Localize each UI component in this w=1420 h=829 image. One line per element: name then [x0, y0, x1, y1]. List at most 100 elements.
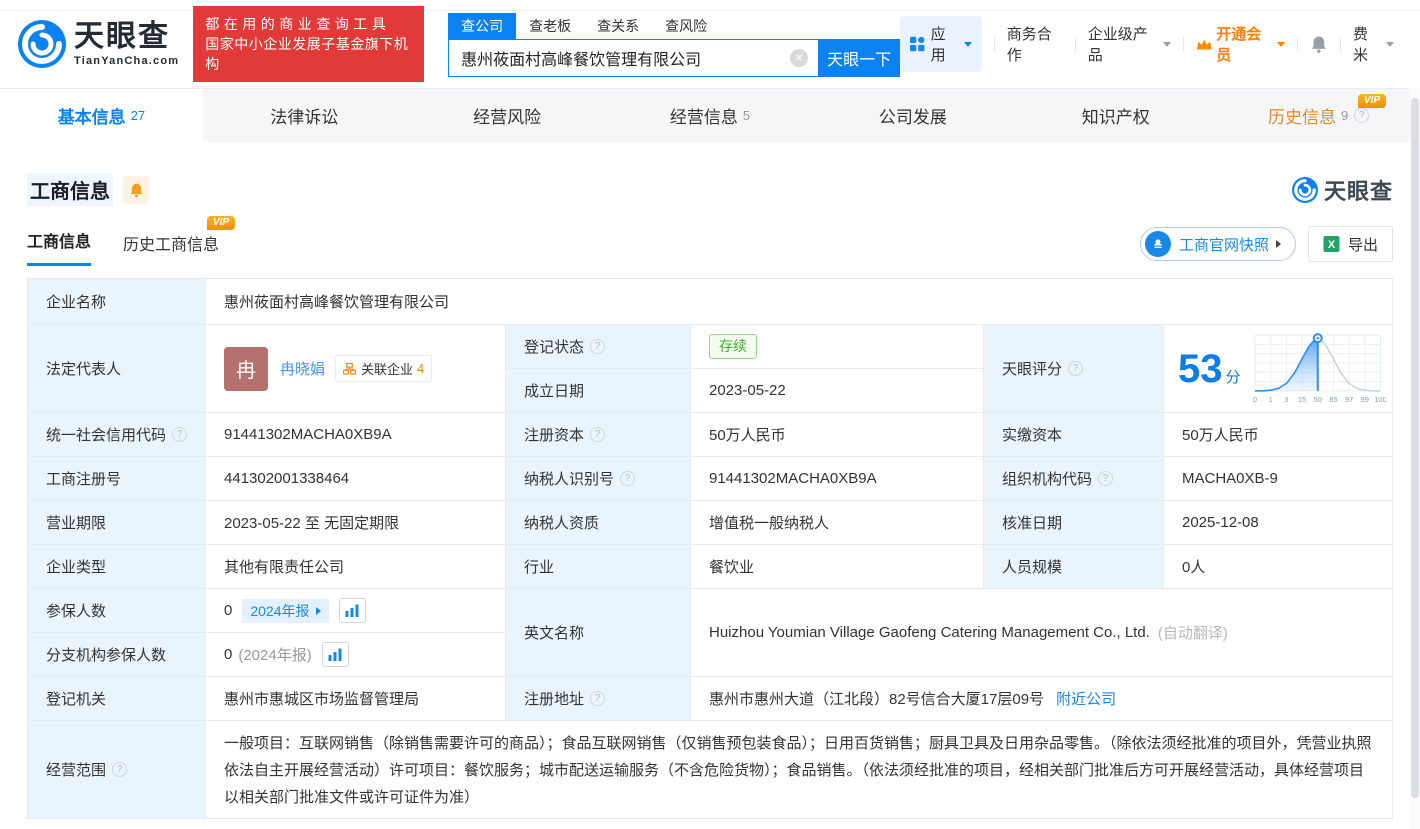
vip-upgrade-menu[interactable]: 开通会员 [1196, 23, 1286, 65]
crown-icon [1196, 39, 1212, 49]
help-icon[interactable]: ? [590, 427, 606, 442]
notification-bell-icon[interactable] [1310, 34, 1328, 54]
company-name-value: 惠州莜面村高峰餐饮管理有限公司 [206, 279, 1393, 325]
tab-operation-info[interactable]: 经营信息 5 [609, 89, 812, 142]
arrow-right-icon [315, 606, 321, 615]
menu-divider [1297, 36, 1299, 52]
vip-badge: VIP [1357, 94, 1387, 108]
related-companies-count: 4 [417, 361, 425, 376]
company-nav-tabs: 基本信息 27 法律诉讼 经营风险 经营信息 5 公司发展 知识产权 VIP 历… [0, 88, 1420, 142]
branch-insured-value: 0 (2024年报) [206, 633, 506, 677]
reg-number-label: 工商注册号 [28, 457, 206, 501]
search-tab-company[interactable]: 查公司 [448, 12, 517, 39]
search-block: 查公司 查老板 查关系 查风险 × 天眼一下 [448, 12, 901, 77]
score-label: 天眼评分 ? [984, 325, 1164, 413]
insured-count-label: 参保人数 [28, 589, 206, 633]
tab-count: 9 [1340, 108, 1349, 123]
english-name-text: Huizhou Youmian Village Gaofeng Catering… [709, 624, 1150, 641]
tab-history-info[interactable]: VIP 历史信息 9 ? [1217, 89, 1420, 142]
user-menu[interactable]: 费米 [1352, 23, 1395, 65]
help-icon[interactable]: ? [1098, 471, 1114, 486]
header-menu: 应用 商务合作 企业级产品 开通会员 费米 [900, 16, 1395, 72]
snapshot-label: 工商官网快照 [1178, 236, 1269, 254]
page-scrollbar[interactable] [1410, 88, 1420, 829]
search-submit-button[interactable]: 天眼一下 [818, 38, 901, 77]
export-label: 导出 [1347, 236, 1378, 254]
related-companies-badge[interactable]: 关联企业 4 [335, 355, 433, 382]
apps-menu[interactable]: 应用 [900, 16, 982, 72]
site-logo[interactable]: 天眼查 TianYanCha.com [18, 20, 179, 68]
help-icon[interactable]: ? [590, 339, 606, 354]
status-badge: 存续 [709, 334, 757, 359]
branch-trend-chart-button[interactable] [321, 642, 349, 667]
search-tab-relation[interactable]: 查关系 [584, 13, 652, 39]
insured-trend-chart-button[interactable] [338, 598, 366, 623]
tab-company-development[interactable]: 公司发展 [811, 89, 1014, 142]
subtab-business-info[interactable]: 工商信息 [27, 228, 92, 266]
business-coop-link[interactable]: 商务合作 [1007, 23, 1063, 65]
chevron-down-icon [1277, 41, 1286, 47]
promo-line-2: 国家中小企业发展子基金旗下机构 [205, 36, 409, 72]
score-curve-chart: 0 1 3 15 50 85 97 99 100 [1252, 332, 1386, 403]
enterprise-products-label: 企业级产品 [1087, 26, 1148, 64]
legal-rep-label: 法定代表人 [28, 325, 206, 413]
legal-rep-name-link[interactable]: 冉晓娟 [280, 358, 325, 379]
bar-chart-icon [328, 648, 342, 661]
svg-text:3: 3 [1284, 394, 1288, 403]
help-icon[interactable]: ? [590, 691, 606, 706]
search-tab-boss[interactable]: 查老板 [516, 13, 584, 39]
label-text: 组织机构代码 [1002, 471, 1093, 488]
nearby-companies-link[interactable]: 附近公司 [1056, 688, 1116, 709]
english-name-value: Huizhou Youmian Village Gaofeng Catering… [691, 589, 1393, 677]
insured-count-value: 0 2024年报 [206, 589, 506, 633]
bar-chart-icon [345, 604, 359, 617]
monitor-bell-button[interactable] [123, 175, 149, 204]
annual-report-pill[interactable]: 2024年报 [242, 598, 329, 623]
help-icon[interactable]: ? [620, 471, 636, 486]
search-input[interactable] [448, 38, 819, 77]
tab-legal-proceedings[interactable]: 法律诉讼 [203, 89, 406, 142]
reg-status-value: 存续 [691, 325, 984, 369]
svg-text:1: 1 [1268, 394, 1272, 403]
tab-label: 知识产权 [1081, 108, 1150, 127]
tab-intellectual-property[interactable]: 知识产权 [1014, 89, 1217, 142]
excel-icon: X [1323, 236, 1340, 252]
tianyancha-logo-icon [18, 20, 66, 68]
search-tab-risk[interactable]: 查风险 [652, 13, 720, 39]
tab-label: 经营信息 [669, 108, 738, 127]
help-icon[interactable]: ? [1068, 361, 1084, 376]
clear-search-icon[interactable]: × [790, 48, 809, 67]
official-snapshot-button[interactable]: 工商官网快照 [1139, 227, 1296, 261]
tab-label: 历史信息 [1267, 108, 1336, 127]
insured-count-number: 0 [224, 602, 233, 619]
reg-address-text: 惠州市惠州大道（江北段）82号信合大厦17层09号 [709, 691, 1045, 708]
help-icon[interactable]: ? [1354, 108, 1370, 123]
tab-basic-info[interactable]: 基本信息 27 [0, 89, 203, 142]
legal-rep-avatar[interactable]: 冉 [224, 346, 268, 391]
business-info-table: 企业名称 惠州莜面村高峰餐饮管理有限公司 法定代表人 冉 冉晓娟 关联企业 4 … [27, 278, 1393, 819]
taxpayer-id-label: 纳税人识别号 ? [506, 457, 691, 501]
main-content: 工商信息 天眼查 工商信息 VIP 历史工商信息 工商官网快照 X 导出 企业名… [0, 173, 1420, 819]
label-text: 注册资本 [524, 427, 585, 444]
menu-divider [1182, 36, 1184, 52]
scrollbar-thumb[interactable] [1411, 98, 1419, 798]
username: 费米 [1352, 26, 1368, 64]
subtab-history-business-info[interactable]: VIP 历史工商信息 [123, 216, 236, 266]
label-text: 天眼评分 [1002, 361, 1063, 378]
export-button[interactable]: X 导出 [1307, 226, 1393, 262]
bell-icon [130, 183, 142, 198]
industry-value: 餐饮业 [691, 545, 984, 589]
help-icon[interactable]: ? [112, 762, 128, 777]
watermark-text: 天眼查 [1323, 178, 1393, 204]
taxpayer-quality-value: 增值税一般纳税人 [691, 501, 984, 545]
est-date-label: 成立日期 [506, 369, 691, 413]
tab-operation-risk[interactable]: 经营风险 [406, 89, 609, 142]
svg-text:85: 85 [1329, 394, 1337, 403]
tab-label: 经营风险 [473, 108, 542, 127]
help-icon[interactable]: ? [172, 427, 188, 442]
reg-number-value: 441302001338464 [206, 457, 506, 501]
enterprise-products-menu[interactable]: 企业级产品 [1088, 23, 1171, 65]
search-tabs: 查公司 查老板 查关系 查风险 [448, 12, 900, 39]
org-chart-icon [343, 362, 356, 375]
svg-text:0: 0 [1252, 394, 1256, 403]
